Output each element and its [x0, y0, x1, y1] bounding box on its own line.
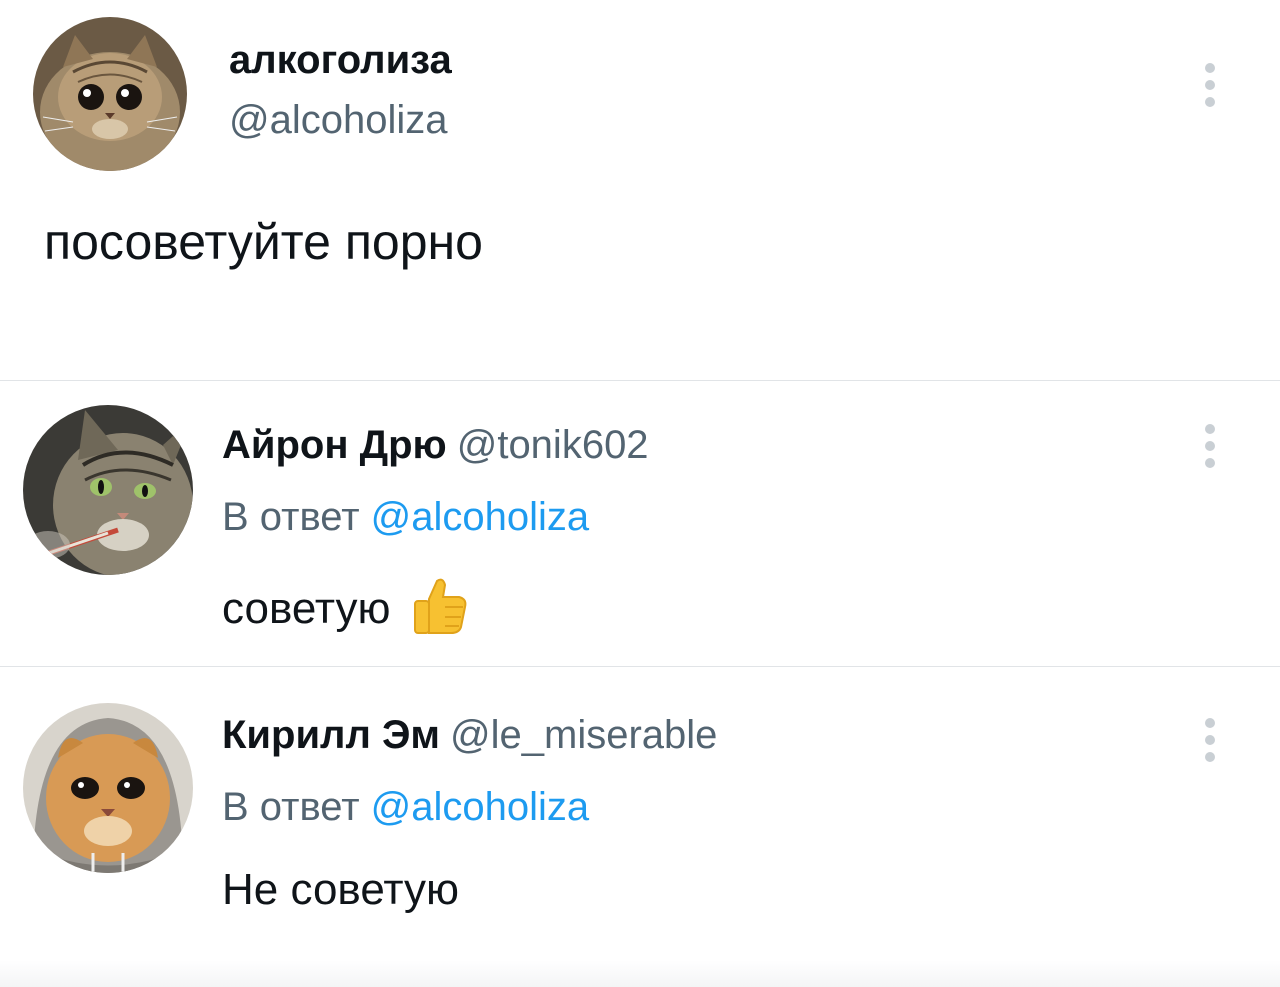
author-handle[interactable]: @tonik602 [457, 423, 649, 467]
bottom-edge [0, 960, 1280, 987]
reply-tweet: Айрон Дрю @tonik602 В ответ @alcoholiza с… [0, 381, 1280, 666]
thumbs-up-icon [411, 577, 467, 646]
main-tweet: алкоголиза @alcoholiza посоветуйте порно [0, 0, 1280, 380]
author-name[interactable]: алкоголиза [229, 38, 452, 83]
reply-prefix: В ответ [222, 785, 360, 829]
reply-to-line: В ответ @alcoholiza [222, 495, 589, 540]
tweet-text: Не советую [222, 865, 459, 914]
more-options-icon[interactable] [1203, 424, 1217, 480]
more-options-icon[interactable] [1203, 63, 1217, 119]
tweet-text: посоветуйте порно [44, 214, 483, 270]
reply-to-line: В ответ @alcoholiza [222, 785, 589, 830]
cat-avatar-icon[interactable] [23, 405, 193, 575]
author-name[interactable]: Айрон Дрю @tonik602 [222, 423, 649, 468]
cat-avatar-icon[interactable] [23, 703, 193, 873]
reply-mention-link[interactable]: @alcoholiza [371, 495, 590, 539]
reply-prefix: В ответ [222, 495, 360, 539]
author-handle[interactable]: @alcoholiza [229, 98, 448, 143]
tweet-text: советую [222, 577, 467, 646]
author-name[interactable]: Кирилл Эм @le_miserable [222, 713, 717, 758]
more-options-icon[interactable] [1203, 718, 1217, 774]
display-name[interactable]: Кирилл Эм [222, 713, 440, 757]
author-handle[interactable]: @le_miserable [450, 713, 717, 757]
reply-mention-link[interactable]: @alcoholiza [371, 785, 590, 829]
cat-avatar-icon[interactable] [33, 17, 187, 171]
tweet-text-content: советую [222, 584, 391, 634]
display-name[interactable]: Айрон Дрю [222, 423, 447, 467]
reply-tweet: Кирилл Эм @le_miserable В ответ @alcoholi… [0, 667, 1280, 987]
